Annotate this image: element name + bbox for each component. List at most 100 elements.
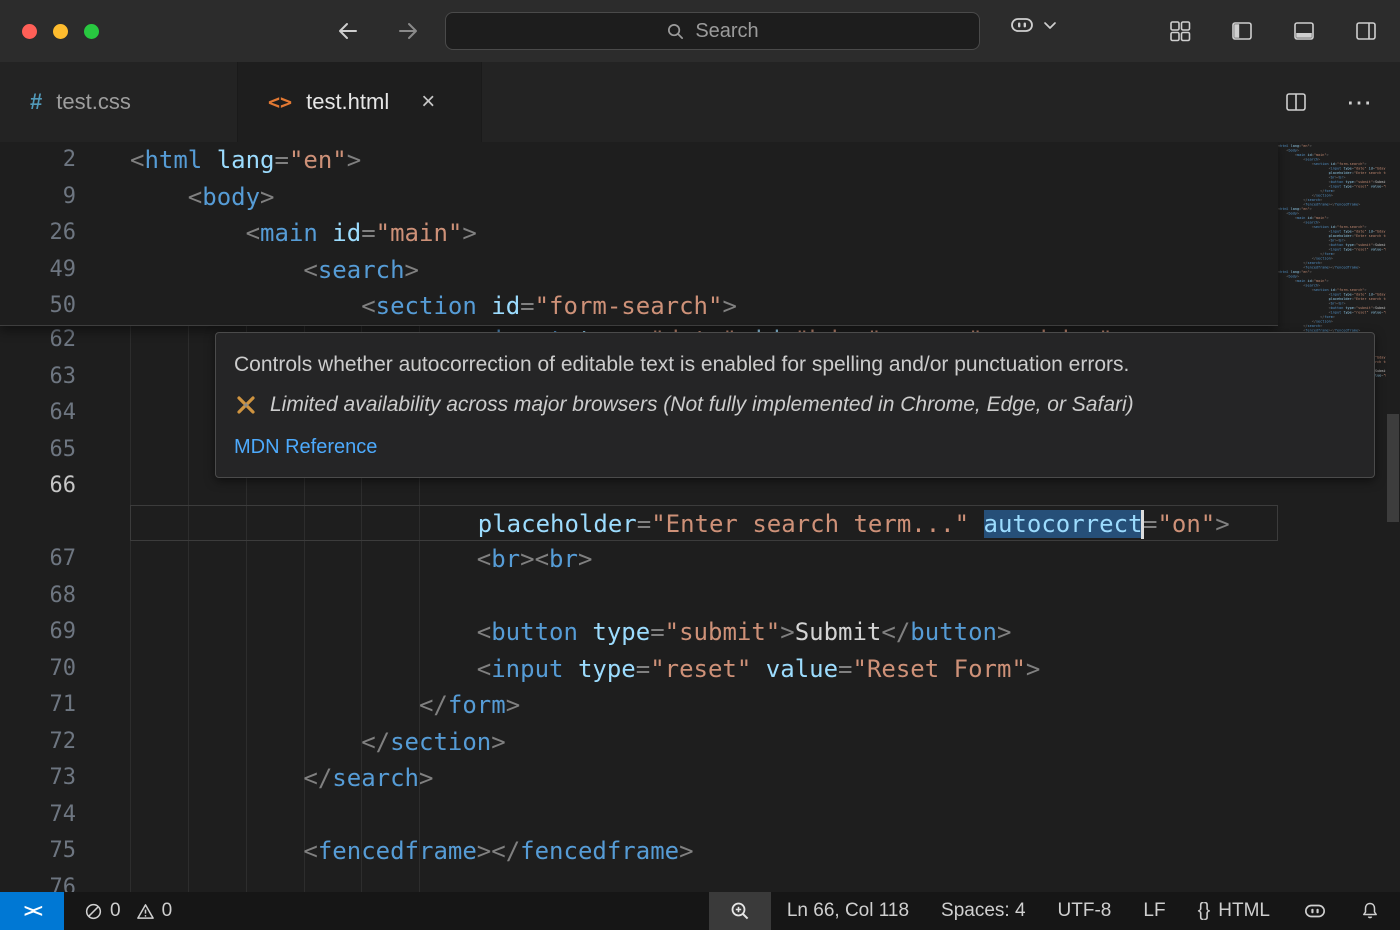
copilot-icon	[1008, 13, 1036, 37]
line-number[interactable]: 70	[0, 651, 76, 688]
line-number[interactable]: 76	[0, 870, 76, 893]
line-content[interactable]: </section>	[130, 724, 1278, 761]
line-number[interactable]: 64	[0, 395, 76, 432]
code-line-72[interactable]: 72 </section>	[0, 724, 1278, 761]
tab-test-html[interactable]: <> test.html ×	[238, 62, 482, 142]
zoom-indicator[interactable]	[709, 892, 771, 930]
panel-bottom-icon	[1292, 19, 1316, 43]
customize-layout-icon	[1168, 19, 1192, 43]
code-line-69[interactable]: 69 <button type="submit">Submit</button>	[0, 614, 1278, 651]
line-number[interactable]: 26	[0, 215, 76, 252]
line-content[interactable]: placeholder="Enter search term..." autoc…	[130, 505, 1278, 542]
minimize-window-button[interactable]	[53, 24, 68, 39]
code-line-9[interactable]: 9 <body>	[0, 179, 1278, 216]
line-number[interactable]: 68	[0, 578, 76, 615]
code-line-2[interactable]: 2 <html lang="en">	[0, 142, 1278, 179]
line-number[interactable]: 62	[0, 322, 76, 359]
editor[interactable]: 62 <input type="date" id="bday" name="us…	[0, 142, 1400, 892]
vscode-window: Search	[0, 0, 1400, 930]
back-button[interactable]	[332, 15, 364, 47]
line-content[interactable]: <button type="submit">Submit</button>	[130, 614, 1278, 651]
maximize-window-button[interactable]	[84, 24, 99, 39]
tabbar: # test.css <> test.html × ⋯	[0, 62, 1400, 142]
code-line-67[interactable]: 67 <br><br>	[0, 541, 1278, 578]
line-number[interactable]: 66	[0, 468, 76, 505]
hover-tooltip: Controls whether autocorrection of edita…	[215, 332, 1375, 478]
tab-test-css[interactable]: # test.css	[0, 62, 238, 142]
line-number[interactable]: 72	[0, 724, 76, 761]
line-number[interactable]: 73	[0, 760, 76, 797]
sticky-scroll[interactable]: 2<html lang="en">9 <body>26 <main id="ma…	[0, 142, 1278, 326]
toggle-primary-sidebar-button[interactable]	[1226, 15, 1258, 47]
code-line-70[interactable]: 70 <input type="reset" value="Reset Form…	[0, 651, 1278, 688]
line-content[interactable]: <input type="reset" value="Reset Form">	[130, 651, 1278, 688]
line-content[interactable]: <body>	[130, 179, 1278, 216]
code-line-75[interactable]: 75 <fencedframe></fencedframe>	[0, 833, 1278, 870]
line-number[interactable]: 67	[0, 541, 76, 578]
split-editor-icon	[1284, 90, 1308, 114]
search-icon	[666, 22, 685, 41]
notifications-status[interactable]	[1344, 892, 1400, 930]
copilot-status[interactable]	[1286, 892, 1344, 930]
code-line-wrap[interactable]: placeholder="Enter search term..." autoc…	[0, 505, 1278, 542]
line-content[interactable]	[130, 578, 1278, 615]
line-number[interactable]: 69	[0, 614, 76, 651]
command-center-search[interactable]: Search	[445, 12, 980, 50]
copilot-menu[interactable]	[1008, 13, 1058, 37]
code-line-26[interactable]: 26 <main id="main">	[0, 215, 1278, 252]
line-number[interactable]: 63	[0, 359, 76, 396]
line-content[interactable]: <html lang="en">	[130, 142, 1278, 179]
line-number[interactable]: 9	[0, 179, 76, 216]
line-content[interactable]: <main id="main">	[130, 215, 1278, 252]
line-content[interactable]: </form>	[130, 687, 1278, 724]
close-window-button[interactable]	[22, 24, 37, 39]
mdn-reference-link[interactable]: MDN Reference	[234, 436, 377, 459]
forward-button[interactable]	[392, 15, 424, 47]
code-line-74[interactable]: 74	[0, 797, 1278, 834]
code-line-49[interactable]: 49 <search>	[0, 252, 1278, 289]
code-line-73[interactable]: 73 </search>	[0, 760, 1278, 797]
scrollbar-thumb[interactable]	[1387, 414, 1399, 522]
split-editor-button[interactable]	[1284, 90, 1308, 114]
line-number[interactable]: 71	[0, 687, 76, 724]
line-content[interactable]	[130, 797, 1278, 834]
chevron-down-icon	[1042, 17, 1058, 33]
arrow-right-icon	[396, 19, 420, 43]
line-content[interactable]: <br><br>	[130, 541, 1278, 578]
eol-status[interactable]: LF	[1127, 892, 1181, 930]
toggle-panel-button[interactable]	[1288, 15, 1320, 47]
titlebar: Search	[0, 0, 1400, 62]
line-number[interactable]: 65	[0, 432, 76, 469]
code-line-71[interactable]: 71 </form>	[0, 687, 1278, 724]
close-tab-icon[interactable]: ×	[421, 90, 435, 114]
toggle-secondary-sidebar-button[interactable]	[1350, 15, 1382, 47]
line-number[interactable]: 49	[0, 252, 76, 289]
code-line-50[interactable]: 50 <section id="form-search">	[0, 288, 1278, 325]
minimap[interactable]: <html lang="en"> <body> <main id="main">…	[1278, 144, 1386, 892]
line-number[interactable]: 75	[0, 833, 76, 870]
problems-status[interactable]: 0 0	[64, 900, 172, 922]
line-number[interactable]	[0, 505, 76, 542]
line-number[interactable]: 2	[0, 142, 76, 179]
line-content[interactable]: <search>	[130, 252, 1278, 289]
line-content[interactable]: </search>	[130, 760, 1278, 797]
remote-indicator[interactable]: ><	[0, 892, 64, 930]
line-content[interactable]	[130, 870, 1278, 893]
warning-count: 0	[162, 900, 173, 922]
encoding-status[interactable]: UTF-8	[1042, 892, 1128, 930]
code-line-76[interactable]: 76	[0, 870, 1278, 893]
line-content[interactable]: <section id="form-search">	[130, 288, 1278, 325]
line-content[interactable]: <fencedframe></fencedframe>	[130, 833, 1278, 870]
more-actions-icon[interactable]: ⋯	[1346, 87, 1372, 118]
line-number[interactable]: 74	[0, 797, 76, 834]
cursor-position-status[interactable]: Ln 66, Col 118	[771, 892, 925, 930]
sidebar-left-icon	[1230, 19, 1254, 43]
code-line-68[interactable]: 68	[0, 578, 1278, 615]
copilot-icon	[1302, 900, 1328, 922]
line-number[interactable]: 50	[0, 288, 76, 325]
tab-label: test.html	[306, 89, 389, 115]
customize-layout-button[interactable]	[1164, 15, 1196, 47]
warning-icon	[136, 902, 155, 921]
language-mode-status[interactable]: {} HTML	[1182, 892, 1286, 930]
indentation-status[interactable]: Spaces: 4	[925, 892, 1042, 930]
